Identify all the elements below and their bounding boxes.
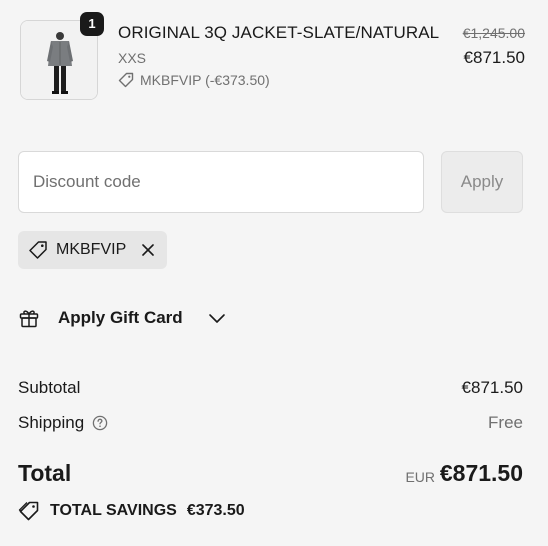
subtotal-value: €871.50 <box>461 378 523 397</box>
close-icon[interactable] <box>140 242 156 258</box>
subtotal-label: Subtotal <box>18 378 81 397</box>
product-title: ORIGINAL 3Q JACKET-SLATE/NATURAL <box>118 23 440 42</box>
savings-value: €373.50 <box>186 502 245 519</box>
current-price: €871.50 <box>463 48 525 67</box>
shipping-label-group: Shipping <box>18 413 108 433</box>
tag-icon <box>18 500 40 522</box>
line-discount: MKBFVIP (-€373.50) <box>118 72 270 88</box>
discount-code-input[interactable] <box>18 151 424 213</box>
gift-icon <box>18 307 40 329</box>
chevron-down-icon <box>207 308 227 328</box>
total-value: €871.50 <box>439 460 523 486</box>
apply-gift-card-toggle[interactable]: Apply Gift Card <box>18 304 227 332</box>
shipping-value: Free <box>488 413 523 432</box>
apply-discount-button[interactable]: Apply <box>441 151 523 213</box>
original-price: €1,245.00 <box>462 25 525 41</box>
applied-discount-chip: MKBFVIP <box>18 231 167 269</box>
total-label: Total <box>18 460 72 486</box>
line-discount-text: MKBFVIP (-€373.50) <box>140 72 270 88</box>
line-item: 1 ORIGINAL 3Q JACKET-SLATE/NATURAL XXS M… <box>20 12 525 102</box>
total-currency: EUR <box>405 469 435 485</box>
applied-discount-code: MKBFVIP <box>56 241 127 258</box>
savings-label: TOTAL SAVINGS <box>50 502 177 519</box>
tag-icon <box>118 72 134 88</box>
total-savings: TOTAL SAVINGS €373.50 <box>18 500 245 522</box>
quantity-badge: 1 <box>80 12 104 36</box>
gift-card-label: Apply Gift Card <box>58 308 183 327</box>
tag-icon <box>28 240 48 260</box>
product-variant: XXS <box>118 50 147 66</box>
shipping-label: Shipping <box>18 413 85 432</box>
help-circle-icon[interactable] <box>92 415 108 431</box>
